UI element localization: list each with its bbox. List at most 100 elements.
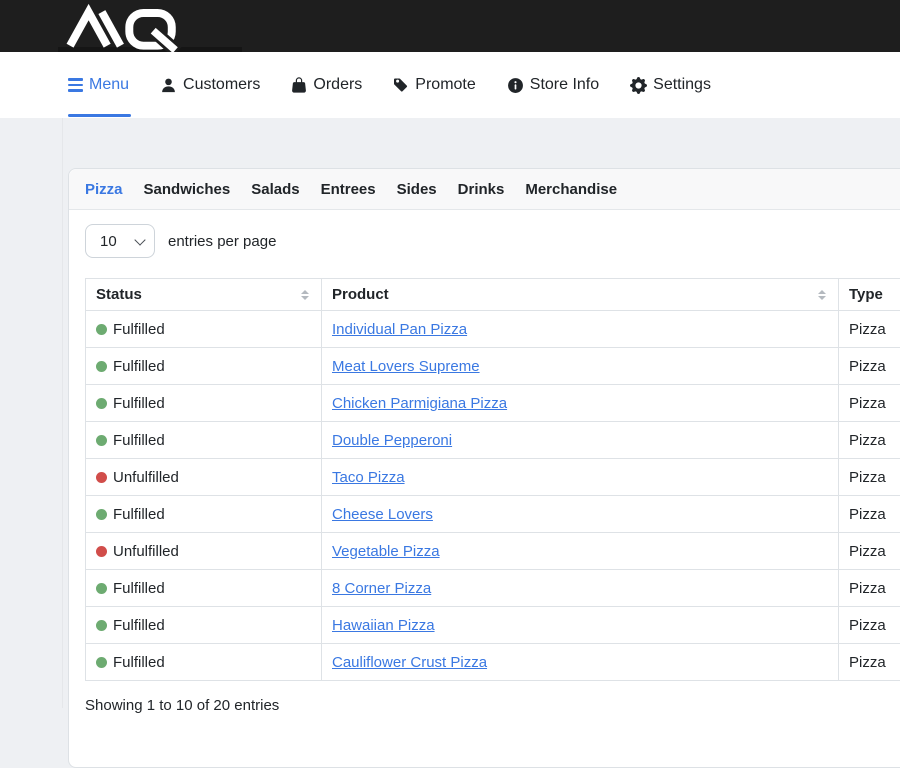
aiq-logo-icon xyxy=(64,5,184,51)
products-table-header: Status Product Type xyxy=(86,279,900,311)
status-label: Fulfilled xyxy=(113,395,165,412)
active-nav-underline xyxy=(68,114,131,117)
product-link[interactable]: Cauliflower Crust Pizza xyxy=(332,654,487,671)
table-row: Fulfilled Meat Lovers Supreme Pizza xyxy=(86,348,900,385)
table-row: Fulfilled Hawaiian Pizza Pizza xyxy=(86,607,900,644)
status-cell: Fulfilled xyxy=(86,385,322,422)
status-label: Fulfilled xyxy=(113,580,165,597)
table-row: Fulfilled Individual Pan Pizza Pizza xyxy=(86,311,900,348)
nav-item-label: Store Info xyxy=(530,76,599,94)
entries-select-wrap: 10 xyxy=(85,224,155,258)
table-row: UnfulfilledVegetable PizzaPizza xyxy=(86,533,900,570)
tab-salads[interactable]: Salads xyxy=(251,181,299,198)
status-cell: Fulfilled xyxy=(86,348,322,385)
nav-item-label: Menu xyxy=(89,76,129,94)
nav-item-menu[interactable]: Menu xyxy=(68,76,129,94)
type-cell: Pizza xyxy=(839,607,900,644)
tab-entrees[interactable]: Entrees xyxy=(321,181,376,198)
status-dot-icon xyxy=(96,509,107,520)
product-link[interactable]: Double Pepperoni xyxy=(332,432,452,449)
status-label: Fulfilled xyxy=(113,617,165,634)
nav-item-orders[interactable]: Orders xyxy=(291,76,362,94)
type-cell: Pizza xyxy=(839,570,900,607)
status-dot-icon xyxy=(96,398,107,409)
product-cell: Chicken Parmigiana Pizza xyxy=(322,385,839,422)
column-label: Product xyxy=(332,286,389,303)
status-dot-icon xyxy=(96,435,107,446)
product-link[interactable]: Chicken Parmigiana Pizza xyxy=(332,395,507,412)
status-dot-icon xyxy=(96,472,107,483)
sort-carets-icon[interactable] xyxy=(301,290,309,300)
bag-icon xyxy=(291,77,307,93)
status-cell: Fulfilled xyxy=(86,607,322,644)
table-row: Unfulfilled Taco Pizza Pizza xyxy=(86,459,900,496)
product-link[interactable]: Hawaiian Pizza xyxy=(332,617,435,634)
status-cell: Unfulfilled xyxy=(86,459,322,496)
nav-item-store-info[interactable]: Store Info xyxy=(507,76,599,94)
status-label: Fulfilled xyxy=(113,654,165,671)
status-label: Fulfilled xyxy=(113,432,165,449)
entries-per-page-label: entries per page xyxy=(168,233,276,250)
sort-carets-icon[interactable] xyxy=(818,290,826,300)
nav-item-label: Promote xyxy=(415,76,475,94)
product-link[interactable]: Individual Pan Pizza xyxy=(332,321,467,338)
table-summary-text: Showing 1 to 10 of 20 entries xyxy=(85,697,900,714)
status-label: Fulfilled xyxy=(113,321,165,338)
tag-icon xyxy=(393,77,409,93)
nav-item-promote[interactable]: Promote xyxy=(393,76,475,94)
product-cell: Cauliflower Crust Pizza xyxy=(322,644,839,681)
product-cell: Taco Pizza xyxy=(322,459,839,496)
status-label: Fulfilled xyxy=(113,358,165,375)
person-icon xyxy=(160,77,177,94)
status-dot-icon xyxy=(96,546,107,557)
status-cell: Fulfilled xyxy=(86,422,322,459)
type-cell: Pizza xyxy=(839,422,900,459)
content-left-divider xyxy=(62,118,63,708)
category-tab-bar: Pizza Sandwiches Salads Entrees Sides Drinks M… xyxy=(69,169,900,210)
type-cell: Pizza xyxy=(839,311,900,348)
nav-item-label: Customers xyxy=(183,76,260,94)
nav-item-label: Orders xyxy=(313,76,362,94)
status-label: Unfulfilled xyxy=(113,469,179,486)
column-label: Type xyxy=(849,286,883,303)
tab-drinks[interactable]: Drinks xyxy=(458,181,505,198)
product-link[interactable]: Cheese Lovers xyxy=(332,506,433,523)
tab-pizza[interactable]: Pizza xyxy=(85,181,123,198)
tab-sandwiches[interactable]: Sandwiches xyxy=(144,181,231,198)
product-cell: Individual Pan Pizza xyxy=(322,311,839,348)
tab-merchandise[interactable]: Merchandise xyxy=(525,181,617,198)
product-link[interactable]: Meat Lovers Supreme xyxy=(332,358,480,375)
nav-item-customers[interactable]: Customers xyxy=(160,76,260,94)
status-dot-icon xyxy=(96,657,107,668)
status-cell: Fulfilled xyxy=(86,311,322,348)
status-cell: Fulfilled xyxy=(86,496,322,533)
type-cell: Pizza xyxy=(839,348,900,385)
column-label: Status xyxy=(96,286,142,303)
table-row: Fulfilled Double Pepperoni Pizza xyxy=(86,422,900,459)
table-row: FulfilledCauliflower Crust PizzaPizza xyxy=(86,644,900,681)
product-link[interactable]: 8 Corner Pizza xyxy=(332,580,431,597)
table-row: FulfilledChicken Parmigiana PizzaPizza xyxy=(86,385,900,422)
entries-per-page-row: 10 entries per page xyxy=(85,224,900,258)
product-link[interactable]: Vegetable Pizza xyxy=(332,543,440,560)
gear-icon xyxy=(630,77,647,94)
status-dot-icon xyxy=(96,324,107,335)
column-header-product[interactable]: Product xyxy=(322,279,839,311)
status-dot-icon xyxy=(96,361,107,372)
entries-per-page-select[interactable]: 10 xyxy=(85,224,155,258)
nav-item-label: Settings xyxy=(653,76,711,94)
main-navbar: Menu Customers Orders Promote Store Info Sett… xyxy=(0,52,900,118)
type-cell: Pizza xyxy=(839,459,900,496)
menu-card: Pizza Sandwiches Salads Entrees Sides Drinks M… xyxy=(68,168,900,768)
status-label: Unfulfilled xyxy=(113,543,179,560)
product-link[interactable]: Taco Pizza xyxy=(332,469,405,486)
status-cell: Fulfilled xyxy=(86,644,322,681)
column-header-status[interactable]: Status xyxy=(86,279,322,311)
tab-sides[interactable]: Sides xyxy=(397,181,437,198)
product-cell: Meat Lovers Supreme xyxy=(322,348,839,385)
brand-header-bar xyxy=(0,0,900,52)
product-cell: Cheese Lovers xyxy=(322,496,839,533)
nav-item-settings[interactable]: Settings xyxy=(630,76,711,94)
info-icon xyxy=(507,77,524,94)
status-dot-icon xyxy=(96,583,107,594)
